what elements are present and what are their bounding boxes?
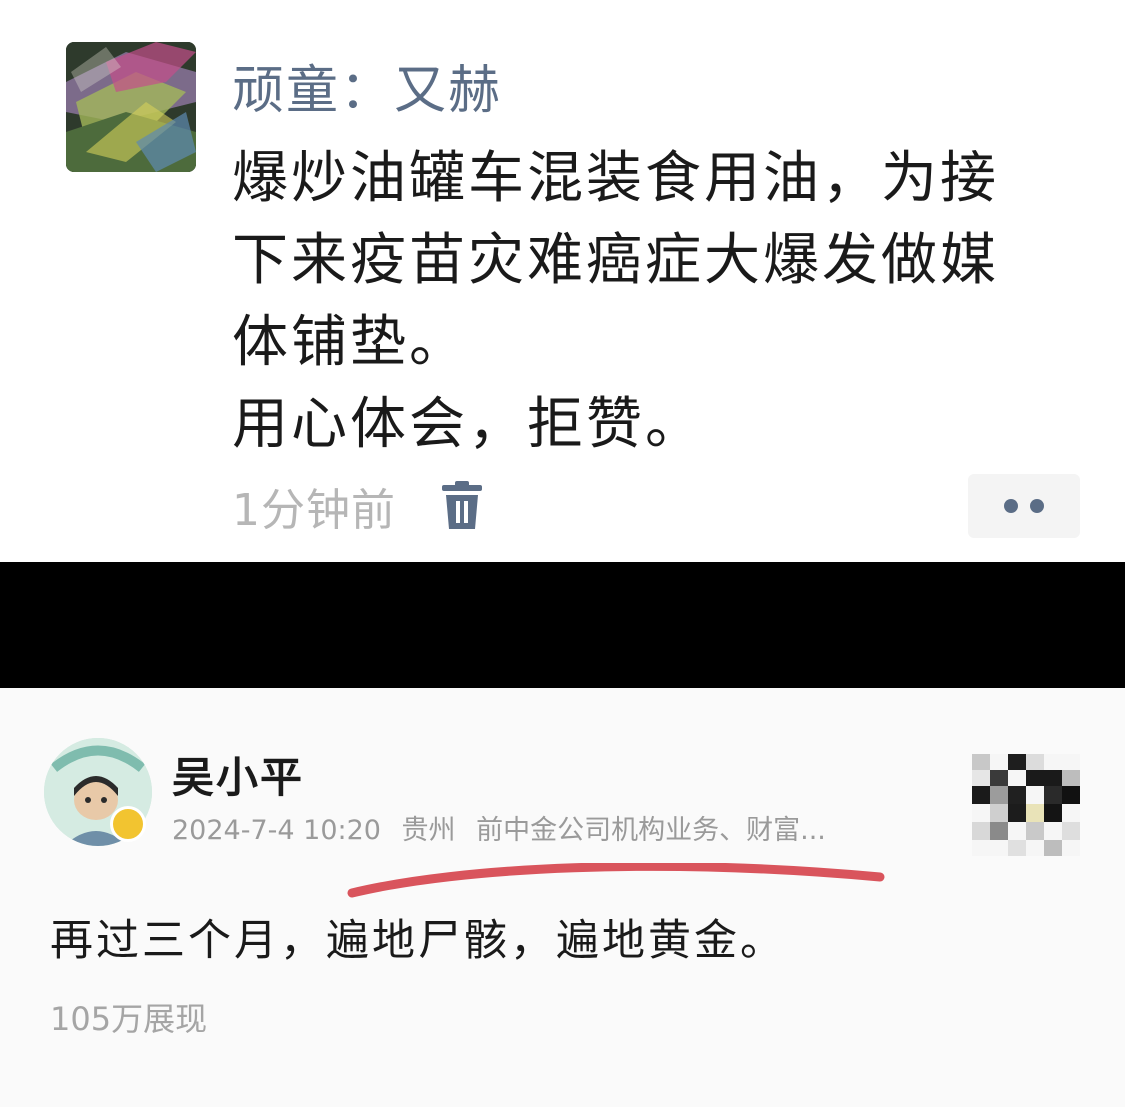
mosaic-censor bbox=[972, 754, 1080, 856]
avatar-image bbox=[66, 42, 196, 172]
author-bio: 前中金公司机构业务、财富... bbox=[476, 815, 826, 846]
view-count: 105万展现 bbox=[50, 1000, 208, 1038]
post-location: 贵州 bbox=[401, 815, 456, 846]
more-dots-icon bbox=[1030, 499, 1044, 513]
moments-post: 顽童：又赫 爆炒油罐车混装食用油，为接 下来疫苗灾难癌症大爆发做媒 体铺垫。 用… bbox=[0, 0, 1125, 562]
post-content: 爆炒油罐车混装食用油，为接 下来疫苗灾难癌症大爆发做媒 体铺垫。 用心体会，拒赞… bbox=[232, 138, 1092, 466]
verified-badge-icon bbox=[110, 806, 146, 842]
author-name[interactable]: 吴小平 bbox=[172, 744, 304, 805]
post-meta: 2024-7-4 10:20 贵州 前中金公司机构业务、财富... bbox=[172, 808, 838, 847]
post-text-line: 下来疫苗灾难癌症大爆发做媒 bbox=[232, 228, 999, 293]
separator-bar bbox=[0, 562, 1125, 688]
post-date: 2024-7-4 10:20 bbox=[172, 815, 381, 846]
weibo-post: 吴小平 2024-7-4 10:20 贵州 前中金公司机构业务、财富... 再过… bbox=[0, 688, 1125, 1107]
more-dots-icon bbox=[1004, 499, 1018, 513]
post-text-line: 爆炒油罐车混装食用油，为接 bbox=[232, 146, 999, 211]
post-text-line: 用心体会，拒赞。 bbox=[232, 392, 704, 457]
author-name[interactable]: 顽童：又赫 bbox=[232, 56, 502, 126]
avatar[interactable] bbox=[66, 42, 196, 172]
post-text-line: 体铺垫。 bbox=[232, 310, 468, 375]
trash-icon[interactable] bbox=[442, 481, 482, 531]
post-meta: 1分钟前 bbox=[232, 474, 482, 538]
post-text: 再过三个月，遍地尸骸，遍地黄金。 bbox=[50, 916, 786, 966]
post-time: 1分钟前 bbox=[232, 485, 396, 536]
more-button[interactable] bbox=[968, 474, 1080, 538]
